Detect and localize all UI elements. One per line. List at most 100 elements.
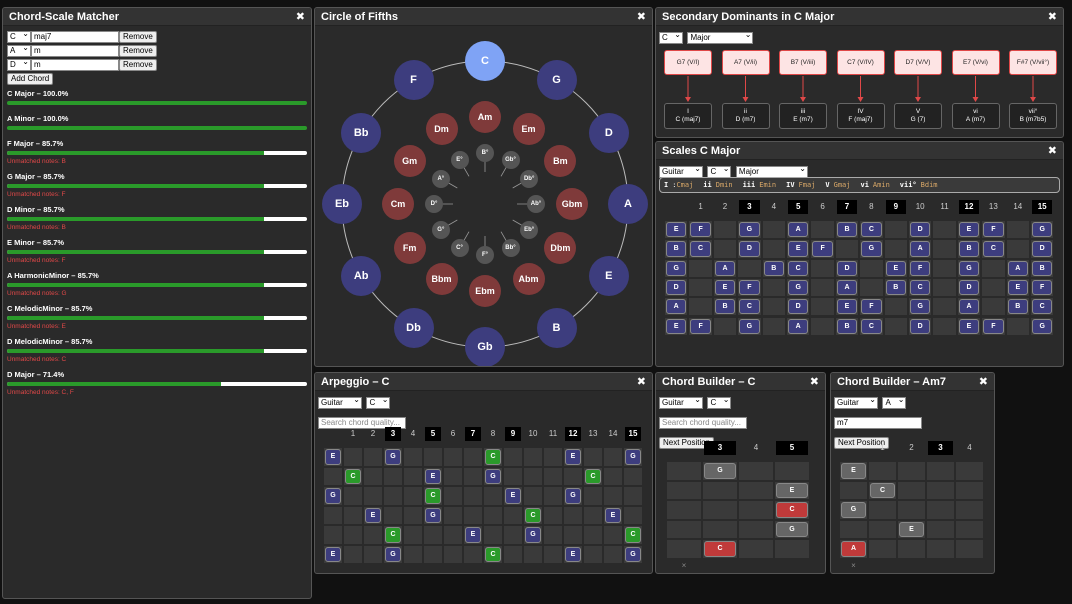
fret-cell[interactable] — [762, 221, 785, 239]
fret-cell[interactable] — [860, 278, 883, 297]
fret-cell[interactable] — [504, 506, 522, 524]
scale-note[interactable]: F — [983, 318, 1004, 334]
scale-note[interactable]: D — [739, 241, 760, 257]
fret-cell[interactable] — [344, 487, 362, 505]
scale-note[interactable]: B — [1007, 299, 1028, 315]
root-select[interactable]: C — [659, 30, 683, 44]
fret-cell[interactable] — [604, 467, 622, 485]
scale-note[interactable]: D — [666, 279, 687, 296]
remove-button[interactable]: Remove — [119, 58, 157, 71]
scale-note[interactable]: E — [714, 279, 736, 296]
scale-note[interactable]: E — [836, 299, 858, 315]
dominant-chord-box[interactable]: D7 (V/V) — [894, 50, 942, 75]
fret-cell[interactable] — [739, 501, 773, 519]
fret-cell[interactable] — [667, 481, 701, 499]
key-inner-dbdim[interactable]: Db° — [520, 169, 539, 188]
chord-note[interactable]: C — [704, 541, 736, 557]
fret-cell[interactable] — [956, 481, 983, 499]
fret-cell[interactable] — [404, 545, 422, 563]
dominant-chord-box[interactable]: G7 (V/I) — [664, 50, 712, 75]
arpeggio-note[interactable]: G — [385, 546, 401, 562]
scale-note[interactable]: C — [861, 318, 882, 334]
panel-header[interactable]: Arpeggio – C ✖ — [315, 373, 652, 391]
key-inner-ddim[interactable]: D° — [425, 195, 443, 213]
key-outer-g[interactable]: G — [536, 60, 577, 101]
fret-cell[interactable] — [956, 520, 983, 538]
fret-cell[interactable] — [624, 487, 642, 505]
fret-cell[interactable] — [884, 221, 907, 239]
fret-cell[interactable] — [713, 221, 737, 239]
fret-cell[interactable] — [484, 487, 502, 505]
fret-cell[interactable] — [762, 317, 785, 335]
arpeggio-note[interactable]: C — [345, 468, 361, 484]
root-select[interactable]: C — [7, 29, 31, 43]
key-inner-ebdim[interactable]: Eb° — [520, 220, 539, 239]
fret-cell[interactable] — [364, 526, 382, 544]
fret-cell[interactable] — [667, 540, 701, 558]
scale-note[interactable]: B — [885, 279, 906, 296]
key-inner-edim[interactable]: E° — [450, 150, 469, 169]
dominant-chord-box[interactable]: F#7 (V/vii°) — [1009, 50, 1057, 75]
arpeggio-note[interactable]: E — [565, 449, 581, 465]
instrument-select[interactable]: Guitar — [659, 164, 703, 178]
fret-cell[interactable] — [762, 278, 785, 297]
key-middle-abm[interactable]: Abm — [512, 263, 545, 296]
arpeggio-note[interactable]: E — [465, 527, 481, 543]
key-middle-gbm[interactable]: Gbm — [556, 188, 588, 220]
quality-input[interactable]: m — [31, 58, 119, 71]
fret-cell[interactable] — [869, 462, 896, 480]
scale-note[interactable]: F — [861, 299, 882, 315]
scale-note[interactable]: C — [1032, 299, 1053, 315]
arpeggio-note[interactable]: E — [605, 507, 621, 523]
fret-cell[interactable] — [544, 448, 562, 466]
mode-select[interactable]: Major — [735, 164, 808, 178]
key-inner-fdim[interactable]: F° — [476, 246, 494, 264]
fret-cell[interactable] — [933, 298, 956, 316]
root-select[interactable]: C — [707, 395, 732, 409]
chord-note[interactable]: A — [841, 541, 866, 557]
scale-note[interactable]: A — [666, 299, 687, 315]
key-middle-dbm[interactable]: Dbm — [544, 231, 577, 264]
fret-cell[interactable] — [703, 481, 737, 499]
chord-note[interactable]: C — [776, 502, 808, 518]
fret-cell[interactable] — [713, 240, 737, 258]
key-outer-ab[interactable]: Ab — [341, 255, 382, 296]
fret-cell[interactable] — [840, 520, 867, 538]
arpeggio-note[interactable]: G — [625, 546, 641, 562]
target-chord-box[interactable]: IC (maj7) — [664, 103, 712, 129]
scale-note[interactable]: B — [666, 241, 687, 257]
fret-cell[interactable] — [504, 545, 522, 563]
fret-cell[interactable] — [835, 240, 859, 258]
fret-cell[interactable] — [811, 221, 834, 239]
fret-cell[interactable] — [464, 545, 482, 563]
fret-cell[interactable] — [584, 487, 602, 505]
fret-cell[interactable] — [703, 520, 737, 538]
panel-header[interactable]: Circle of Fifths ✖ — [315, 8, 652, 26]
fret-cell[interactable] — [404, 448, 422, 466]
fret-cell[interactable] — [840, 481, 867, 499]
scale-note[interactable]: E — [788, 241, 809, 257]
scale-note[interactable]: D — [836, 260, 858, 276]
fret-cell[interactable] — [444, 448, 462, 466]
close-icon[interactable]: ✖ — [810, 375, 819, 388]
remove-button[interactable]: Remove — [119, 44, 157, 57]
fret-cell[interactable] — [604, 545, 622, 563]
root-select[interactable]: C — [366, 395, 391, 409]
scale-note[interactable]: D — [788, 299, 809, 315]
fret-cell[interactable] — [898, 462, 925, 480]
arpeggio-note[interactable]: G — [385, 449, 401, 465]
fret-cell[interactable] — [524, 448, 542, 466]
key-inner-gdim[interactable]: G° — [431, 220, 450, 239]
key-outer-eb[interactable]: Eb — [322, 184, 362, 224]
fret-cell[interactable] — [544, 506, 562, 524]
close-icon[interactable]: ✖ — [979, 375, 988, 388]
scale-note[interactable]: G — [1032, 318, 1053, 334]
chord-note[interactable]: E — [776, 482, 808, 498]
fret-cell[interactable] — [667, 462, 701, 480]
scale-note[interactable]: E — [885, 260, 906, 276]
fret-cell[interactable] — [933, 221, 956, 239]
fret-cell[interactable] — [344, 448, 362, 466]
fret-cell[interactable] — [364, 448, 382, 466]
fret-cell[interactable] — [344, 545, 362, 563]
scale-note[interactable]: G — [739, 222, 760, 238]
